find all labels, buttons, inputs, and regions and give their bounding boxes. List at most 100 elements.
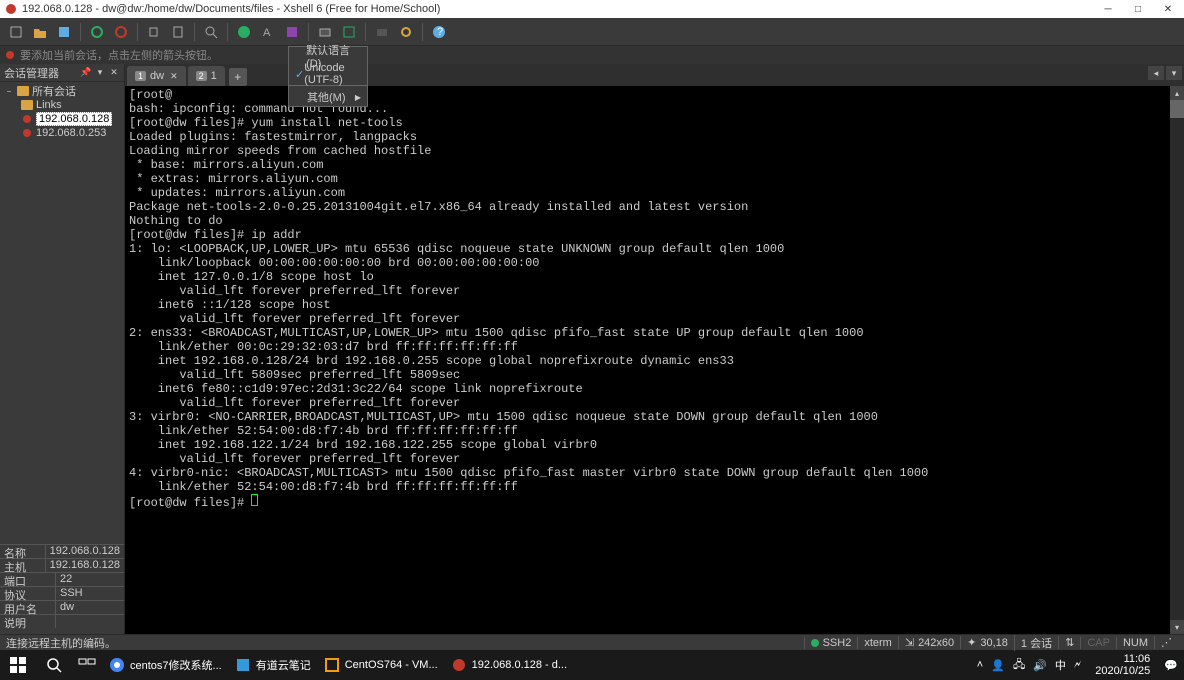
hint-text: 要添加当前会话，点击左侧的箭头按钮。	[20, 47, 218, 63]
search-button[interactable]	[36, 650, 72, 680]
scroll-thumb[interactable]	[1170, 100, 1184, 118]
encoding-menu: 默认语言(D) ✓Unicode (UTF-8) 其他(M)▶	[288, 46, 368, 107]
connected-icon	[811, 639, 819, 647]
minimize-button[interactable]: ─	[1102, 3, 1114, 15]
tree-root[interactable]: − 所有会话	[0, 84, 124, 98]
status-term-type: xterm	[857, 637, 898, 649]
property-row: 用户名dw	[0, 600, 124, 614]
svg-text:A: A	[263, 27, 271, 39]
system-tray[interactable]: ˄ 👤 🖧 🔊 中 🗲 11:06 2020/10/25 💬	[971, 653, 1184, 677]
transfer-button[interactable]	[314, 21, 336, 43]
menu-unicode[interactable]: ✓Unicode (UTF-8)	[289, 65, 367, 83]
property-value: dw	[56, 601, 124, 614]
toolbar: A ?	[0, 18, 1184, 46]
tree-host-selected[interactable]: 192.068.0.128	[0, 112, 124, 126]
tray-chevron-icon[interactable]: ˄	[977, 659, 983, 671]
terminal-workarea: 1 dw ✕ 2 1 + ◂ ▾ 默认语言(D) ✓Unicode (UTF-8…	[125, 64, 1184, 634]
properties-button[interactable]	[371, 21, 393, 43]
tab-next-button[interactable]: ▾	[1166, 66, 1182, 80]
tray-people-icon[interactable]: 👤	[991, 659, 1005, 672]
taskbar-youdao[interactable]: 有道云笔记	[228, 650, 317, 680]
terminal[interactable]: [root@ bash: ipconfig: command not found…	[125, 86, 1184, 634]
property-value	[56, 615, 124, 628]
collapse-icon[interactable]: −	[4, 87, 14, 96]
session-manager-panel: 会话管理器 📌 ▾ ✕ − 所有会话 Links 192.068.0.128	[0, 64, 125, 634]
encoding-dropdown-button[interactable]	[233, 21, 255, 43]
tab-1[interactable]: 1 dw ✕	[127, 66, 186, 86]
windows-taskbar: centos7修改系统... 有道云笔记 CentOS764 - VM... 1…	[0, 650, 1184, 680]
property-value: 192.068.0.128	[46, 545, 124, 558]
tray-network-icon[interactable]: 🖧	[1013, 656, 1025, 675]
open-button[interactable]	[29, 21, 51, 43]
copy-button[interactable]	[143, 21, 165, 43]
status-resize-grip[interactable]: ⋰	[1154, 636, 1178, 649]
folder-icon	[20, 99, 34, 111]
status-num: NUM	[1116, 637, 1154, 649]
terminal-scrollbar[interactable]: ▴ ▾	[1170, 86, 1184, 634]
folder-icon	[16, 85, 30, 97]
status-size: ⇲ 242x60	[898, 636, 960, 649]
tree-links-folder[interactable]: Links	[0, 98, 124, 112]
property-key: 说明	[0, 615, 56, 628]
taskview-button[interactable]	[72, 650, 102, 680]
reconnect-button[interactable]	[86, 21, 108, 43]
taskbar-vmware[interactable]: CentOS764 - VM...	[317, 650, 444, 680]
tab-bar: 1 dw ✕ 2 1 +	[125, 64, 1184, 86]
save-button[interactable]	[53, 21, 75, 43]
disconnect-button[interactable]	[110, 21, 132, 43]
xftp-button[interactable]	[338, 21, 360, 43]
taskbar-clock[interactable]: 11:06 2020/10/25	[1089, 653, 1156, 677]
help-button[interactable]: ?	[428, 21, 450, 43]
property-value: SSH	[56, 587, 124, 600]
session-manager-header: 会话管理器 📌 ▾ ✕	[0, 64, 124, 82]
status-updown-icon: ⇅	[1058, 636, 1080, 649]
property-key: 协议	[0, 587, 56, 600]
tray-battery-icon[interactable]: 🗲	[1074, 659, 1081, 672]
property-key: 名称	[0, 545, 46, 558]
property-row: 端口22	[0, 572, 124, 586]
new-session-button[interactable]	[5, 21, 27, 43]
paste-button[interactable]	[167, 21, 189, 43]
status-session-count: 1 会话	[1014, 635, 1058, 651]
maximize-button[interactable]: □	[1132, 3, 1144, 15]
window-title: 192.068.0.128 - dw@dw:/home/dw/Documents…	[22, 3, 1102, 15]
tab-prev-button[interactable]: ◂	[1148, 66, 1164, 80]
property-row: 说明	[0, 614, 124, 628]
tray-volume-icon[interactable]: 🔊	[1033, 659, 1047, 672]
font-button[interactable]: A	[257, 21, 279, 43]
options-button[interactable]	[395, 21, 417, 43]
tab-close-icon[interactable]: ✕	[170, 71, 178, 82]
status-cursor-pos: ✦ 30,18	[960, 636, 1014, 649]
property-value: 192.168.0.128	[46, 559, 124, 572]
session-tree: − 所有会话 Links 192.068.0.128 192.068.0.253	[0, 82, 124, 544]
property-key: 主机	[0, 559, 46, 572]
tab-2[interactable]: 2 1	[188, 66, 225, 86]
color-button[interactable]	[281, 21, 303, 43]
start-button[interactable]	[0, 650, 36, 680]
find-button[interactable]	[200, 21, 222, 43]
taskbar-xshell[interactable]: 192.068.0.128 - d...	[444, 650, 573, 680]
tray-ime-icon[interactable]: 中	[1055, 657, 1066, 673]
panel-pin-button[interactable]: 📌	[80, 67, 92, 79]
app-icon	[4, 2, 18, 16]
scroll-up-button[interactable]: ▴	[1170, 86, 1184, 100]
property-row: 主机192.168.0.128	[0, 558, 124, 572]
host-icon	[20, 127, 34, 139]
scroll-down-button[interactable]: ▾	[1170, 620, 1184, 634]
window-titlebar: 192.068.0.128 - dw@dw:/home/dw/Documents…	[0, 0, 1184, 18]
property-value: 22	[56, 573, 124, 586]
property-row: 名称192.068.0.128	[0, 544, 124, 558]
svg-text:?: ?	[437, 26, 443, 38]
panel-menu-button[interactable]: ▾	[94, 67, 106, 79]
panel-close-button[interactable]: ✕	[108, 67, 120, 79]
status-ssh: SSH2	[804, 637, 858, 649]
host-icon	[20, 113, 34, 125]
notification-button[interactable]: 💬	[1164, 659, 1178, 672]
status-cap: CAP	[1080, 637, 1116, 649]
new-tab-button[interactable]: +	[229, 68, 247, 86]
tree-host-2[interactable]: 192.068.0.253	[0, 126, 124, 140]
property-row: 协议SSH	[0, 586, 124, 600]
menu-other[interactable]: 其他(M)▶	[289, 88, 367, 106]
close-button[interactable]: ✕	[1162, 3, 1174, 15]
taskbar-chrome[interactable]: centos7修改系统...	[102, 650, 228, 680]
